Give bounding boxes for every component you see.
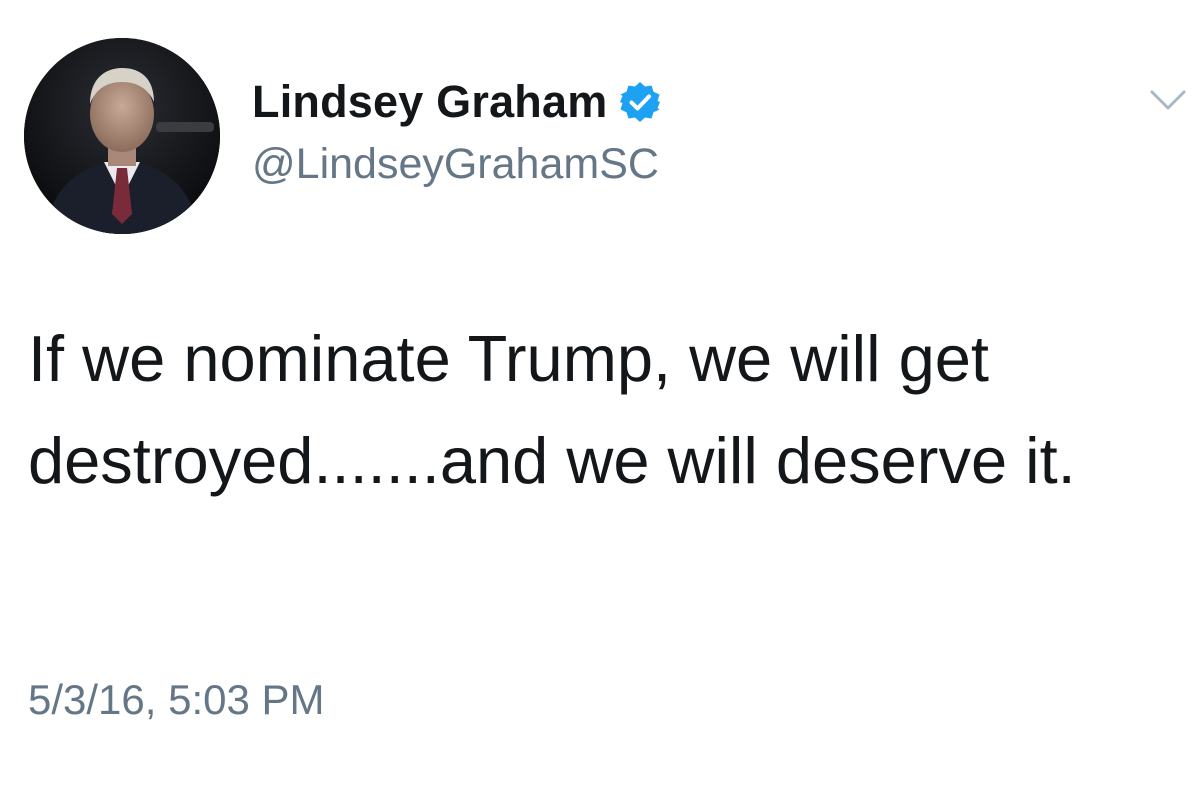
avatar[interactable] [24,38,220,234]
tweet-text: If we nominate Trump, we will get destro… [28,322,1076,497]
tweet-card: Lindsey Graham @LindseyGrahamSC If we no… [0,0,1200,785]
author-name-row[interactable]: Lindsey Graham [252,72,661,132]
avatar-photo [24,38,220,234]
user-handle[interactable]: @LindseyGrahamSC [252,140,659,189]
verified-badge-icon [619,81,661,123]
chevron-down-icon[interactable] [1148,86,1188,114]
display-name[interactable]: Lindsey Graham [252,76,607,128]
tweet-timestamp[interactable]: 5/3/16, 5:03 PM [28,676,325,724]
